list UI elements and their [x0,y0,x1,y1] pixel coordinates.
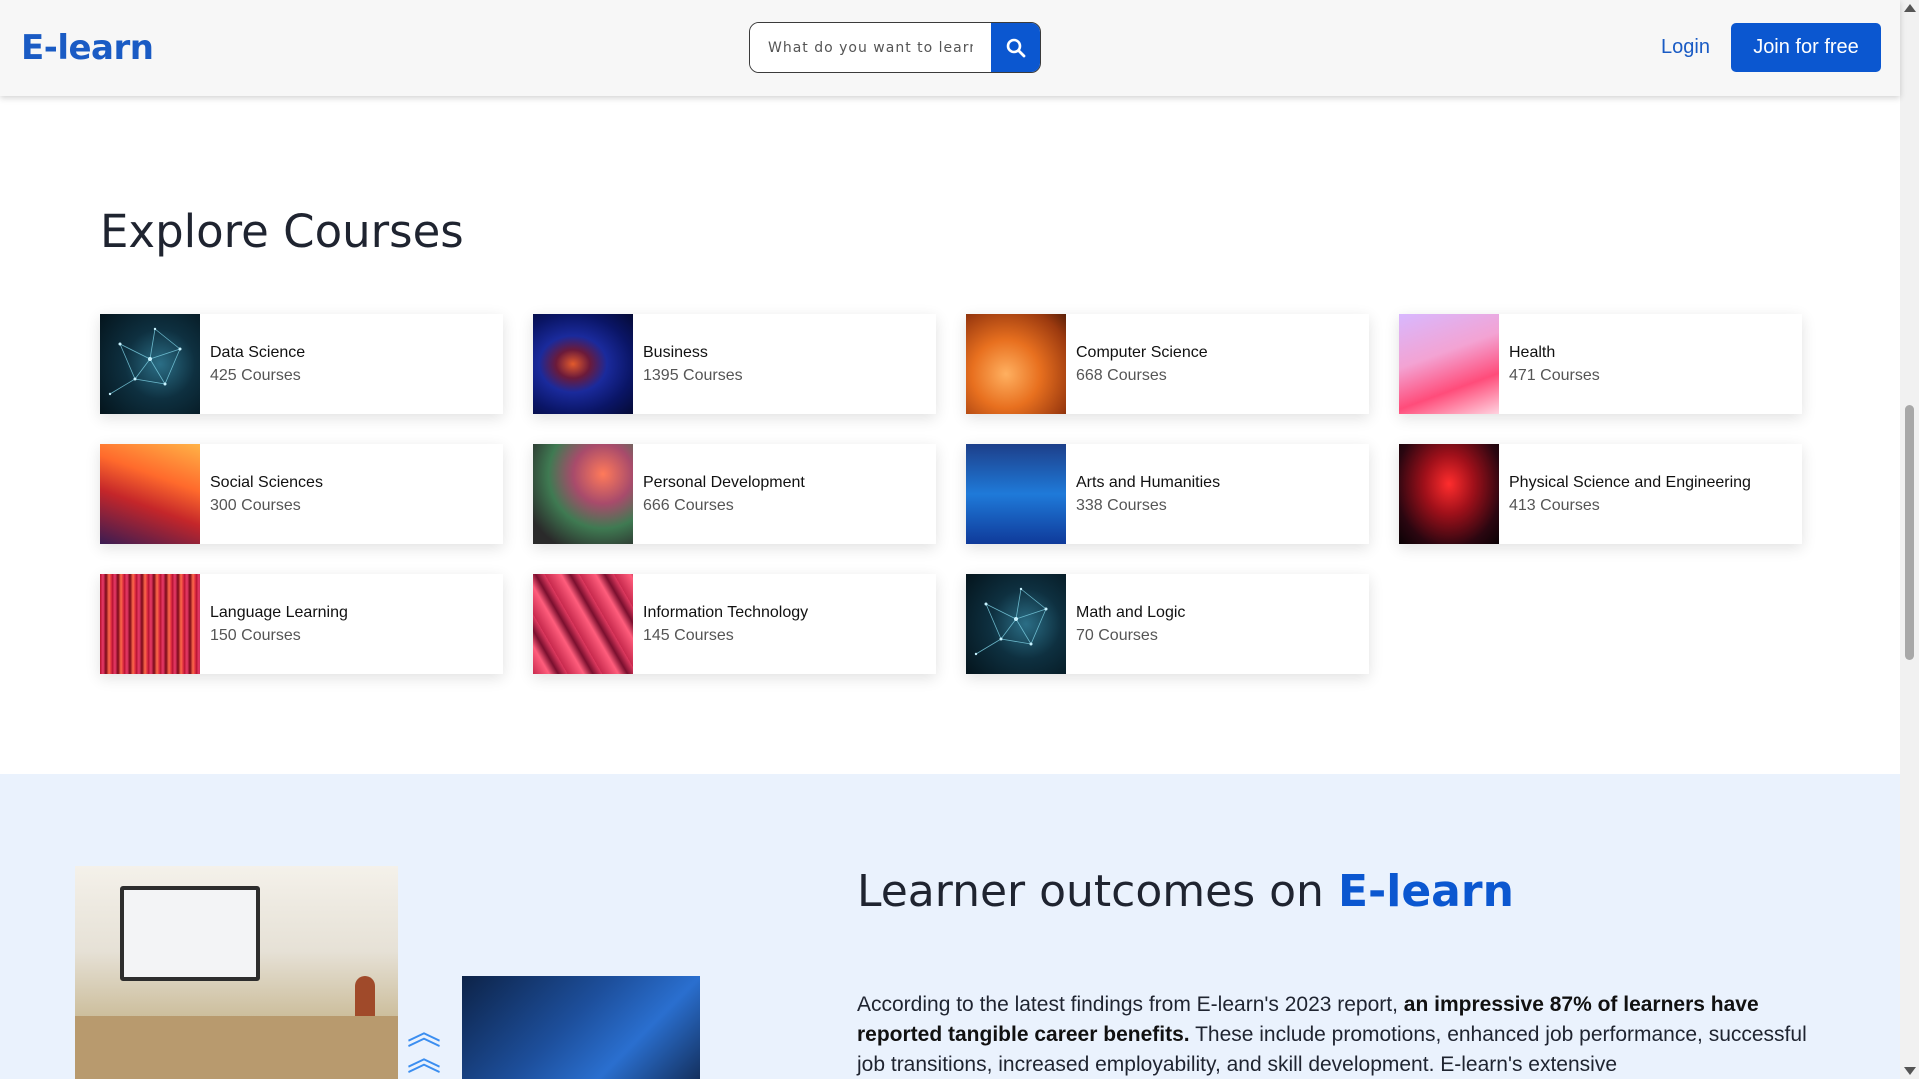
course-card[interactable]: Computer Science 668 Courses [966,314,1369,414]
desks [75,1016,398,1079]
course-thumbnail [966,314,1066,414]
search-input[interactable] [750,23,991,72]
smart-board [120,886,260,981]
course-count: 471 Courses [1509,366,1600,384]
course-count: 70 Courses [1076,626,1158,644]
outcomes-heading-prefix: Learner outcomes on [857,866,1338,917]
course-count: 413 Courses [1509,496,1600,514]
course-grid: Data Science 425 Courses Business 1395 Cour… [100,314,1802,674]
explore-courses-heading: Explore Courses [100,205,464,258]
scroll-thumb[interactable] [1905,405,1914,660]
course-count: 666 Courses [643,496,734,514]
search-button[interactable] [991,23,1040,72]
login-link[interactable]: Login [1661,36,1710,59]
classroom-photo [75,866,398,1079]
course-card-text: Computer Science 668 Courses [1066,344,1208,385]
course-card[interactable]: Information Technology 145 Courses [533,574,936,674]
course-count: 150 Courses [210,626,301,644]
search-icon [1006,38,1025,57]
course-title: Physical Science and Engineering [1509,473,1751,491]
course-title: Personal Development [643,473,805,491]
course-title: Business [643,343,708,361]
course-card-text: Math and Logic 70 Courses [1066,604,1185,645]
course-count: 1395 Courses [643,366,743,384]
course-thumbnail [533,444,633,544]
course-card[interactable]: Health 471 Courses [1399,314,1802,414]
course-card-text: Information Technology 145 Courses [633,604,808,645]
course-thumbnail [1399,314,1499,414]
course-card-text: Business 1395 Courses [633,344,743,385]
course-title: Math and Logic [1076,603,1186,621]
course-thumbnail [100,314,200,414]
course-thumbnail [100,444,200,544]
course-count: 668 Courses [1076,366,1167,384]
outcomes-paragraph: According to the latest findings from E-… [857,990,1807,1079]
course-card[interactable]: Business 1395 Courses [533,314,936,414]
course-card[interactable]: Math and Logic 70 Courses [966,574,1369,674]
course-thumbnail [966,574,1066,674]
outcomes-text-intro: According to the latest findings from E-… [857,993,1404,1016]
course-title: Computer Science [1076,343,1208,361]
course-title: Data Science [210,343,306,361]
course-card-text: Data Science 425 Courses [200,344,305,385]
course-count: 300 Courses [210,496,301,514]
course-thumbnail [533,314,633,414]
outcomes-heading-brand: E-learn [1337,866,1514,917]
course-count: 145 Courses [643,626,734,644]
search-box [749,22,1041,73]
double-chevron-up-icon: ︽ ︽ [407,1013,441,1079]
course-card-text: Social Sciences 300 Courses [200,474,323,515]
course-title: Arts and Humanities [1076,473,1221,491]
course-card-text: Arts and Humanities 338 Courses [1066,474,1220,515]
course-title: Information Technology [643,603,809,621]
scroll-up-arrow-icon[interactable] [1904,4,1916,12]
course-card[interactable]: Physical Science and Engineering 413 Cour… [1399,444,1802,544]
course-card-text: Personal Development 666 Courses [633,474,805,515]
course-card[interactable]: Data Science 425 Courses [100,314,503,414]
course-title: Social Sciences [210,473,323,491]
outcomes-heading: Learner outcomes on E-learn [857,866,1514,917]
course-count: 425 Courses [210,366,301,384]
course-title: Language Learning [210,603,348,621]
join-button[interactable]: Join for free [1731,23,1881,72]
course-title: Health [1509,343,1556,361]
course-card[interactable]: Arts and Humanities 338 Courses [966,444,1369,544]
interactive-display-photo [462,976,700,1079]
course-card[interactable]: Language Learning 150 Courses [100,574,503,674]
scroll-down-arrow-icon[interactable] [1904,1067,1916,1075]
page-scrollbar[interactable] [1900,0,1919,1079]
course-card-text: Physical Science and Engineering 413 Cour… [1499,474,1751,515]
course-card-text: Health 471 Courses [1499,344,1600,385]
course-thumbnail [100,574,200,674]
course-card[interactable]: Personal Development 666 Courses [533,444,936,544]
course-thumbnail [966,444,1066,544]
course-thumbnail [1399,444,1499,544]
course-count: 338 Courses [1076,496,1167,514]
course-thumbnail [533,574,633,674]
top-header: E-learn Login Join for free [0,0,1900,96]
course-card[interactable]: Social Sciences 300 Courses [100,444,503,544]
course-card-text: Language Learning 150 Courses [200,604,348,645]
logo[interactable]: E-learn [21,28,154,68]
